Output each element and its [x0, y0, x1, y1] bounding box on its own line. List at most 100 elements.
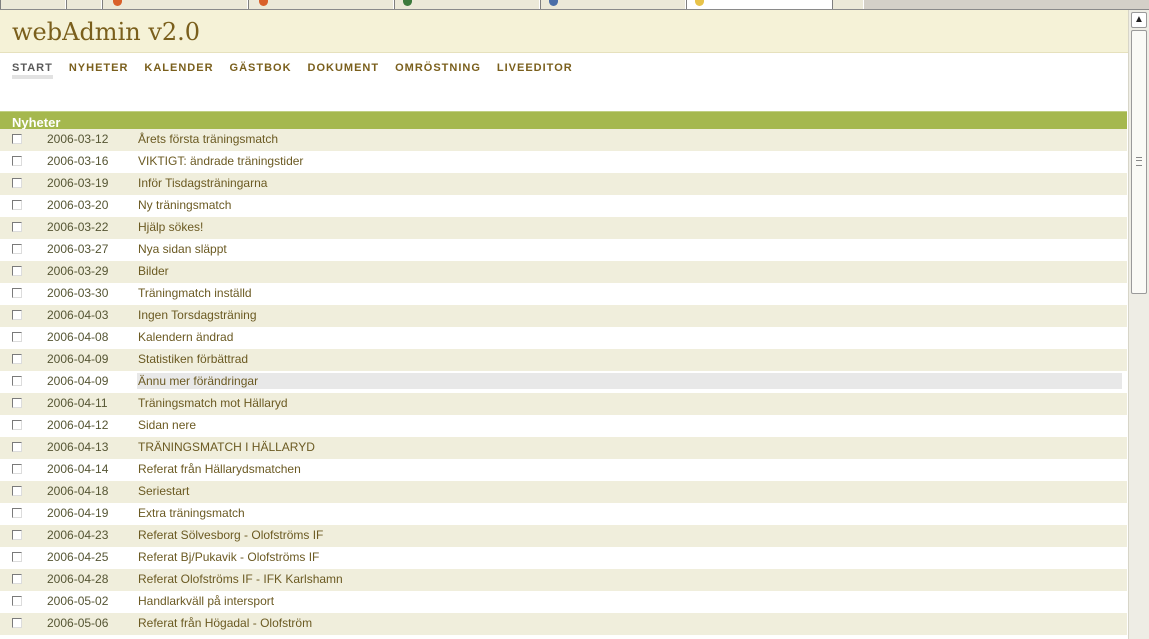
- browser-tab[interactable]: [394, 0, 540, 9]
- table-row[interactable]: 2006-04-14 Referat från Hällarydsmatchen: [0, 459, 1127, 481]
- news-title-link[interactable]: Handlarkväll på intersport: [138, 594, 274, 608]
- row-checkbox[interactable]: [12, 508, 22, 518]
- news-title-link[interactable]: Bilder: [138, 264, 169, 278]
- news-date: 2006-05-06: [47, 616, 109, 630]
- row-checkbox[interactable]: [12, 376, 22, 386]
- nav-item-omröstning[interactable]: OMRÖSTNING: [395, 62, 481, 78]
- table-row[interactable]: 2006-05-06 Referat från Högadal - Olofstr…: [0, 613, 1127, 635]
- section-title: Nyheter: [12, 115, 61, 130]
- news-date: 2006-04-13: [47, 440, 109, 454]
- table-row[interactable]: 2006-04-12 Sidan nere: [0, 415, 1127, 437]
- table-row[interactable]: 2006-03-30 Träningmatch inställd: [0, 283, 1127, 305]
- news-title-link[interactable]: Träningsmatch mot Hällaryd: [138, 396, 288, 410]
- row-checkbox[interactable]: [12, 244, 22, 254]
- table-row[interactable]: 2006-04-28 Referat Olofströms IF - IFK Ka…: [0, 569, 1127, 591]
- nav-item-nyheter[interactable]: NYHETER: [69, 62, 129, 78]
- news-title-link[interactable]: Statistiken förbättrad: [138, 352, 248, 366]
- grip-icon: [1136, 157, 1142, 166]
- news-title-link[interactable]: Ännu mer förändringar: [138, 374, 258, 388]
- table-row[interactable]: 2006-03-27 Nya sidan släppt: [0, 239, 1127, 261]
- table-row[interactable]: 2006-04-11 Träningsmatch mot Hällaryd: [0, 393, 1127, 415]
- table-row[interactable]: 2006-04-08 Kalendern ändrad: [0, 327, 1127, 349]
- page: webAdmin v2.0 START NYHETER KALENDER GÄSTBO…: [0, 10, 1129, 639]
- browser-tab[interactable]: [832, 0, 864, 9]
- row-checkbox[interactable]: [12, 486, 22, 496]
- row-checkbox[interactable]: [12, 156, 22, 166]
- browser-tab[interactable]: [248, 0, 394, 9]
- news-title-link[interactable]: Nya sidan släppt: [138, 242, 227, 256]
- row-checkbox[interactable]: [12, 552, 22, 562]
- browser-tab[interactable]: [0, 0, 66, 9]
- table-row[interactable]: 2006-03-20 Ny träningsmatch: [0, 195, 1127, 217]
- row-checkbox[interactable]: [12, 420, 22, 430]
- row-checkbox[interactable]: [12, 288, 22, 298]
- browser-tab[interactable]: [66, 0, 102, 9]
- table-row[interactable]: 2006-04-19 Extra träningsmatch: [0, 503, 1127, 525]
- nav-item-start[interactable]: START: [12, 62, 53, 79]
- nav-item-dokument[interactable]: DOKUMENT: [308, 62, 380, 78]
- table-row[interactable]: 2006-04-09 Ännu mer förändringar: [0, 371, 1127, 393]
- table-row[interactable]: 2006-04-23 Referat Sölvesborg - Olofström…: [0, 525, 1127, 547]
- table-row[interactable]: 2006-04-25 Referat Bj/Pukavik - Olofström…: [0, 547, 1127, 569]
- table-row[interactable]: 2006-04-03 Ingen Torsdagsträning: [0, 305, 1127, 327]
- news-date: 2006-04-18: [47, 484, 109, 498]
- vertical-scrollbar[interactable]: ▲: [1128, 10, 1149, 639]
- news-title-link[interactable]: Sidan nere: [138, 418, 196, 432]
- news-title-link[interactable]: Referat från Hällarydsmatchen: [138, 462, 301, 476]
- row-checkbox[interactable]: [12, 200, 22, 210]
- table-row[interactable]: 2006-03-19 Inför Tisdagsträningarna: [0, 173, 1127, 195]
- scroll-thumb[interactable]: [1131, 30, 1147, 294]
- row-checkbox[interactable]: [12, 310, 22, 320]
- news-title-link[interactable]: Årets första träningsmatch: [138, 132, 278, 146]
- table-row[interactable]: 2006-03-29 Bilder: [0, 261, 1127, 283]
- table-row[interactable]: 2006-03-12 Årets första träningsmatch: [0, 129, 1127, 151]
- table-row[interactable]: 2006-05-02 Handlarkväll på intersport: [0, 591, 1127, 613]
- row-checkbox[interactable]: [12, 530, 22, 540]
- row-checkbox[interactable]: [12, 596, 22, 606]
- nav-item-kalender[interactable]: KALENDER: [144, 62, 213, 78]
- news-date: 2006-04-19: [47, 506, 109, 520]
- table-row[interactable]: 2006-04-13 TRÄNINGSMATCH I HÄLLARYD: [0, 437, 1127, 459]
- news-title-link[interactable]: Referat Olofströms IF - IFK Karlshamn: [138, 572, 343, 586]
- news-date: 2006-03-12: [47, 132, 109, 146]
- news-title-link[interactable]: Hjälp sökes!: [138, 220, 203, 234]
- news-title-link[interactable]: VIKTIGT: ändrade träningstider: [138, 154, 303, 168]
- row-checkbox[interactable]: [12, 332, 22, 342]
- table-row[interactable]: 2006-03-16 VIKTIGT: ändrade träningstider: [0, 151, 1127, 173]
- news-title-link[interactable]: Ingen Torsdagsträning: [138, 308, 257, 322]
- news-title-link[interactable]: Seriestart: [138, 484, 189, 498]
- app-logo[interactable]: webAdmin v2.0: [12, 18, 200, 46]
- news-title-link[interactable]: Referat Sölvesborg - Olofströms IF: [138, 528, 323, 542]
- news-title-link[interactable]: Referat från Högadal - Olofström: [138, 616, 312, 630]
- news-title-link[interactable]: Extra träningsmatch: [138, 506, 245, 520]
- nav-item-liveeditor[interactable]: LIVEEDITOR: [497, 62, 573, 78]
- news-list: 2006-03-12 Årets första träningsmatch 2006…: [0, 129, 1127, 635]
- news-title-link[interactable]: Inför Tisdagsträningarna: [138, 176, 267, 190]
- browser-tab[interactable]: [540, 0, 686, 9]
- table-row[interactable]: 2006-04-09 Statistiken förbättrad: [0, 349, 1127, 371]
- row-checkbox[interactable]: [12, 134, 22, 144]
- favicon-icon: [259, 0, 268, 6]
- row-checkbox[interactable]: [12, 442, 22, 452]
- news-date: 2006-03-30: [47, 286, 109, 300]
- row-checkbox[interactable]: [12, 354, 22, 364]
- nav-item-gästbok[interactable]: GÄSTBOK: [230, 62, 292, 78]
- browser-tab[interactable]: [102, 0, 248, 9]
- scroll-up-button[interactable]: ▲: [1131, 12, 1147, 28]
- table-row[interactable]: 2006-04-18 Seriestart: [0, 481, 1127, 503]
- row-checkbox[interactable]: [12, 618, 22, 628]
- news-title-link[interactable]: Ny träningsmatch: [138, 198, 231, 212]
- row-checkbox[interactable]: [12, 266, 22, 276]
- news-title-link[interactable]: Kalendern ändrad: [138, 330, 233, 344]
- news-title-link[interactable]: TRÄNINGSMATCH I HÄLLARYD: [138, 440, 315, 454]
- row-checkbox[interactable]: [12, 178, 22, 188]
- news-title-link[interactable]: Träningmatch inställd: [138, 286, 252, 300]
- browser-tab-active[interactable]: [686, 0, 832, 9]
- favicon-icon: [113, 0, 122, 6]
- row-checkbox[interactable]: [12, 464, 22, 474]
- row-checkbox[interactable]: [12, 398, 22, 408]
- news-title-link[interactable]: Referat Bj/Pukavik - Olofströms IF: [138, 550, 319, 564]
- row-checkbox[interactable]: [12, 574, 22, 584]
- row-checkbox[interactable]: [12, 222, 22, 232]
- table-row[interactable]: 2006-03-22 Hjälp sökes!: [0, 217, 1127, 239]
